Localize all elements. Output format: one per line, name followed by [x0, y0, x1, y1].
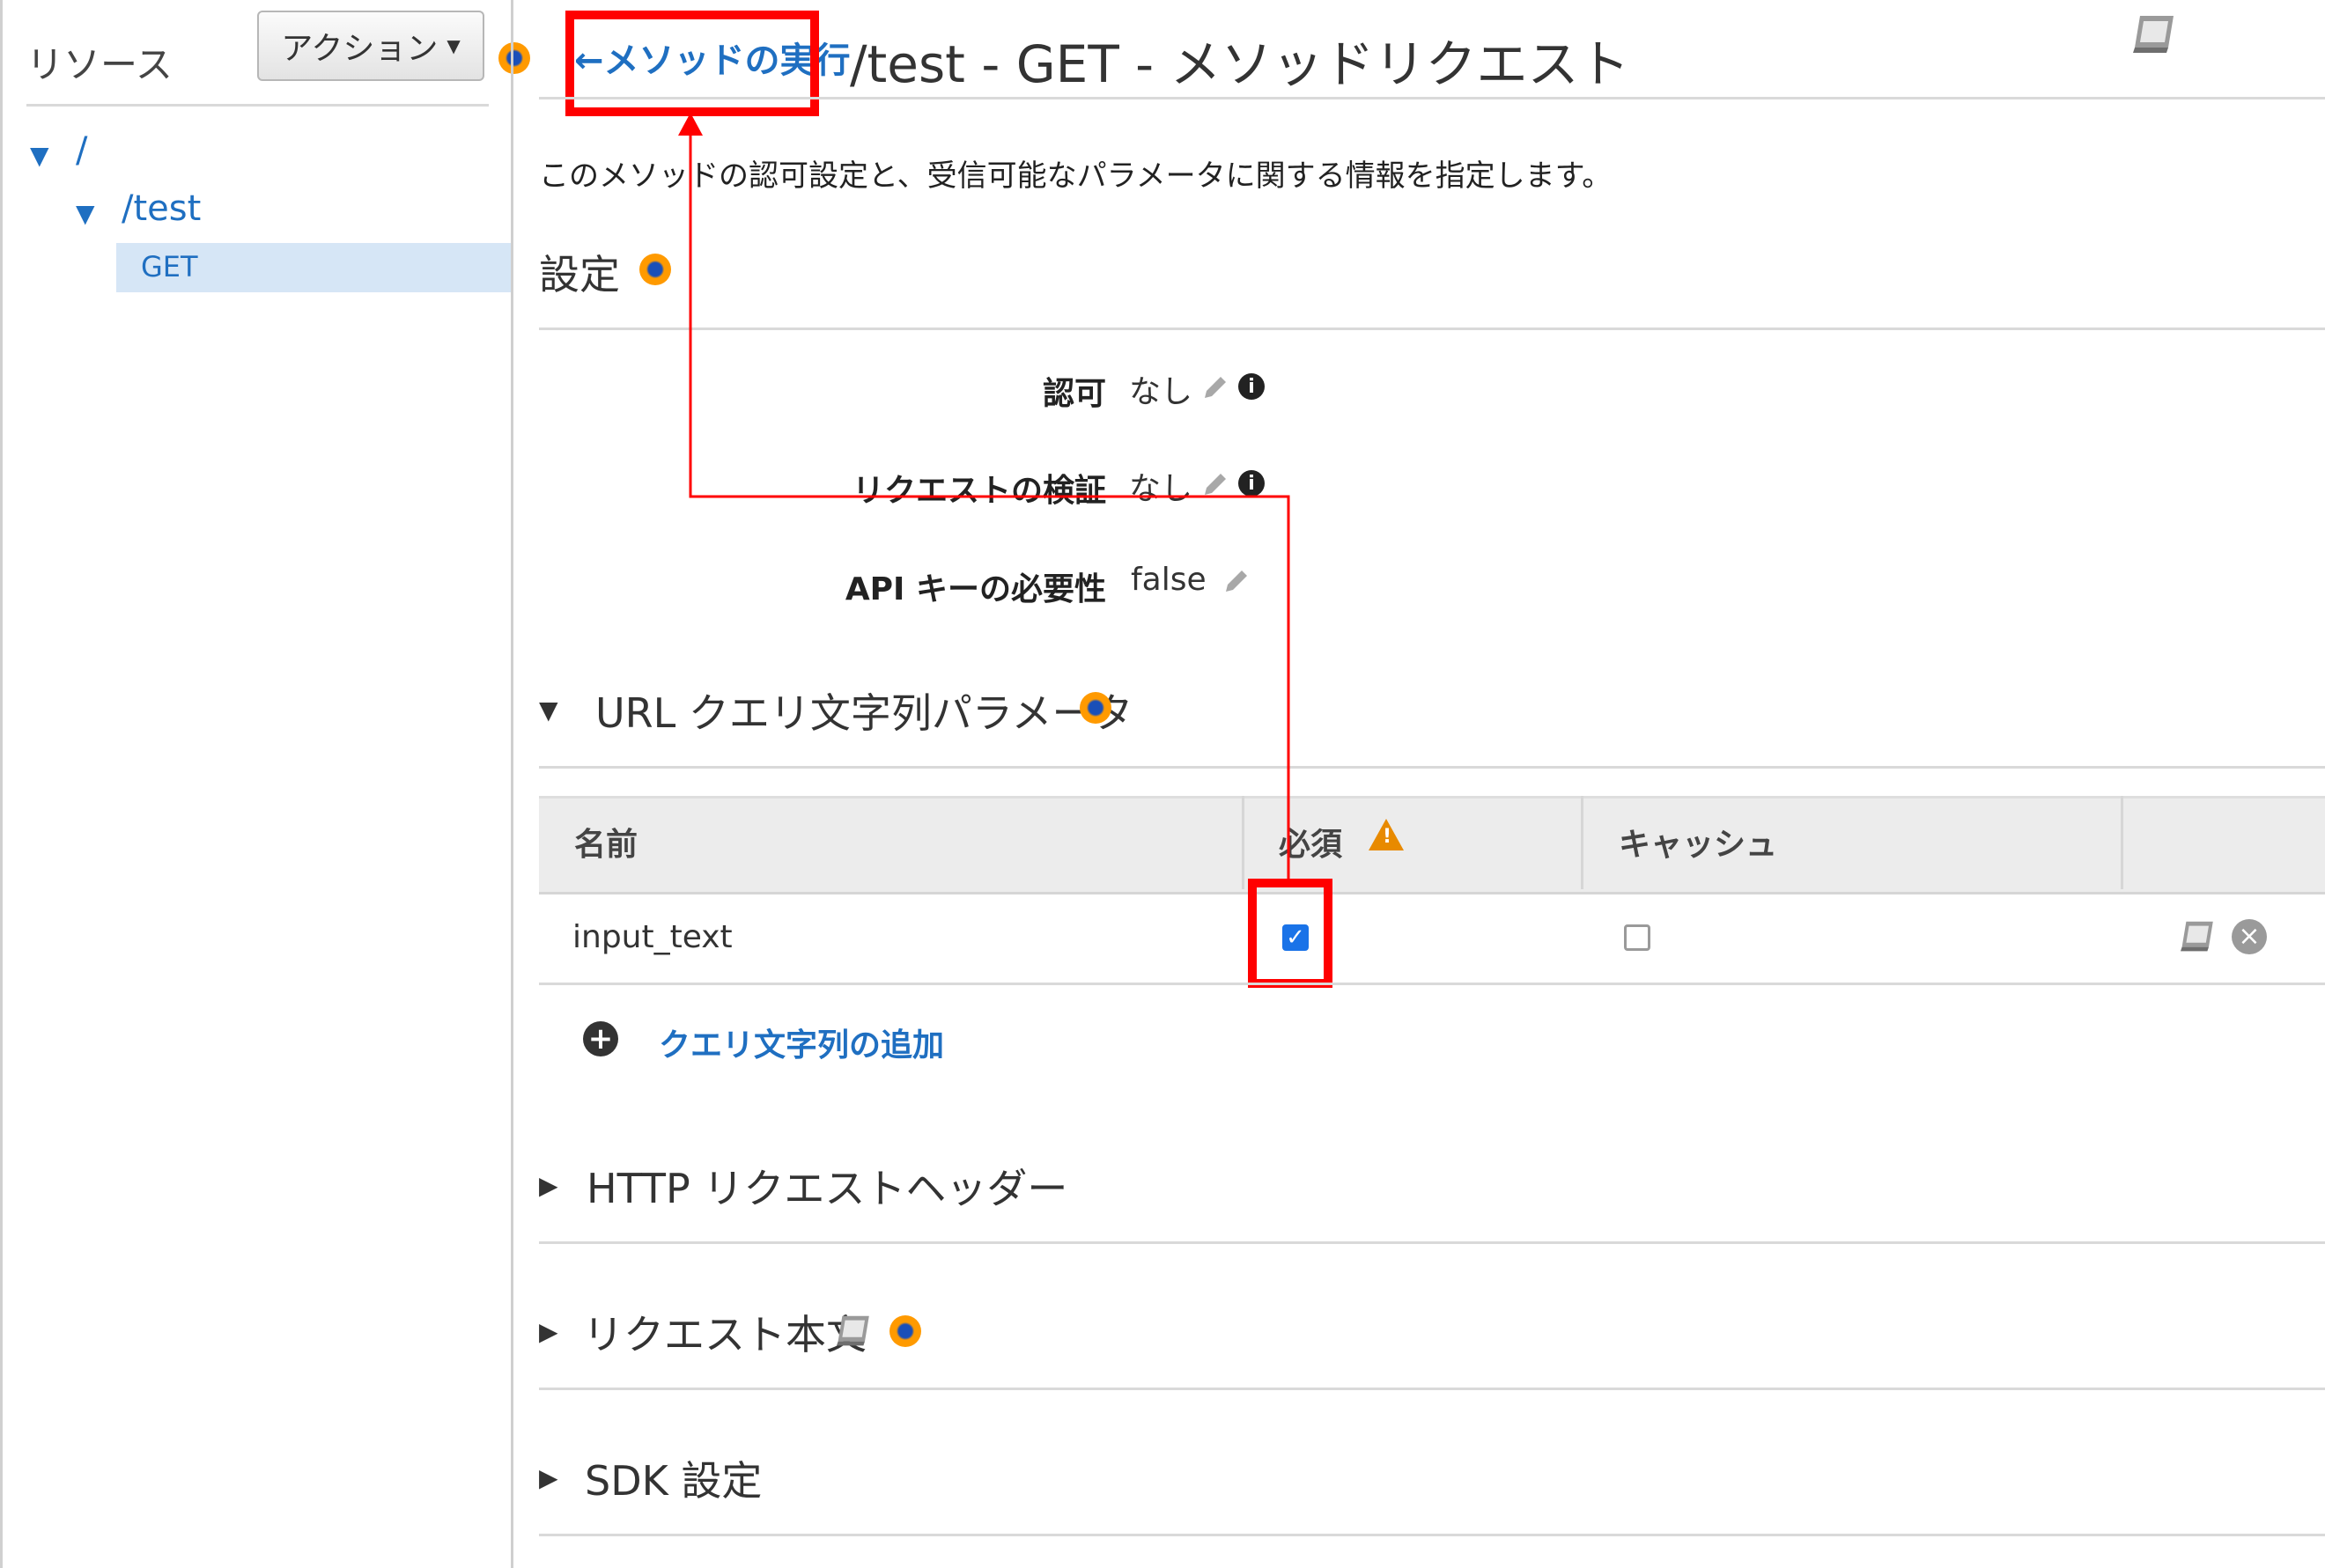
info-icon[interactable]: i	[1238, 373, 1265, 400]
authorization-label: 認可	[1042, 376, 1106, 412]
warning-icon[interactable]: !	[1369, 819, 1404, 850]
tree-item-get[interactable]: GET	[141, 250, 198, 283]
info-dot-icon[interactable]	[1080, 692, 1111, 724]
resources-title: リソース	[26, 43, 173, 86]
info-dot-icon[interactable]	[639, 254, 671, 285]
add-circle-icon[interactable]: +	[583, 1021, 618, 1056]
tree-item-root[interactable]: /	[76, 130, 87, 171]
query-params-table-header	[539, 796, 2325, 894]
left-border	[0, 0, 3, 1568]
add-query-string-link[interactable]: クエリ文字列の追加	[659, 1020, 944, 1065]
expand-caret-icon[interactable]: ▶	[539, 1171, 558, 1200]
pencil-icon[interactable]	[1199, 373, 1229, 403]
tree-item-test[interactable]: /test	[122, 188, 201, 229]
column-header-cache: キャッシュ	[1619, 827, 1778, 863]
authorization-value: なし	[1129, 374, 1193, 410]
request-body-heading[interactable]: リクエスト本文	[583, 1303, 867, 1361]
sidebar-divider	[26, 104, 489, 107]
info-icon[interactable]: i	[1238, 470, 1265, 497]
api-key-required-label: API キーの必要性	[845, 571, 1106, 607]
info-dot-icon[interactable]	[498, 42, 530, 74]
request-validation-label: リクエストの検証	[852, 473, 1106, 509]
column-divider	[2121, 796, 2123, 889]
highlight-box-back-link	[565, 11, 819, 116]
actions-button-label: アクション	[281, 31, 439, 67]
param-name: input_text	[572, 919, 733, 955]
method-description: このメソッドの認可設定と、受信可能なパラメータに関する情報を指定します。	[539, 158, 1613, 194]
expand-caret-icon[interactable]: ▶	[539, 1317, 558, 1346]
highlight-box-required-checkbox	[1248, 879, 1332, 988]
pencil-icon[interactable]	[1221, 567, 1251, 597]
panel-separator	[511, 0, 513, 1568]
query-params-divider	[539, 766, 2325, 769]
table-row-divider	[539, 983, 2325, 985]
section-divider	[539, 1241, 2325, 1244]
settings-divider	[539, 328, 2325, 330]
remove-icon[interactable]: ×	[2232, 919, 2267, 954]
column-header-required: 必須	[1279, 827, 1343, 863]
query-params-heading[interactable]: URL クエリ文字列パラメータ	[595, 681, 1133, 740]
info-dot-icon[interactable]	[889, 1315, 921, 1347]
book-icon[interactable]	[2179, 917, 2218, 953]
collapse-caret-icon[interactable]: ▼	[539, 696, 558, 725]
settings-heading: 設定	[539, 251, 620, 298]
annotation-connector	[678, 113, 1290, 879]
chevron-down-icon: ▼	[447, 35, 461, 56]
page-title: /test - GET - メソッドリクエスト	[850, 34, 1630, 94]
book-icon[interactable]	[2131, 11, 2179, 55]
column-header-name: 名前	[574, 827, 638, 863]
api-key-required-value: false	[1131, 562, 1207, 598]
book-icon[interactable]	[835, 1312, 874, 1347]
request-validation-value: なし	[1129, 471, 1193, 507]
column-divider	[1242, 796, 1244, 889]
expand-caret-icon[interactable]: ▼	[30, 141, 49, 170]
column-divider	[1581, 796, 1583, 889]
section-divider	[539, 1534, 2325, 1536]
header-divider	[539, 97, 2325, 99]
expand-caret-icon[interactable]: ▼	[76, 199, 95, 228]
sdk-settings-heading[interactable]: SDK 設定	[585, 1449, 762, 1507]
cache-checkbox[interactable]	[1624, 924, 1650, 951]
actions-button[interactable]: アクション ▼	[257, 11, 484, 81]
pencil-icon[interactable]	[1199, 470, 1229, 500]
section-divider	[539, 1388, 2325, 1390]
expand-caret-icon[interactable]: ▶	[539, 1463, 558, 1492]
http-headers-heading[interactable]: HTTP リクエストヘッダー	[587, 1157, 1067, 1215]
